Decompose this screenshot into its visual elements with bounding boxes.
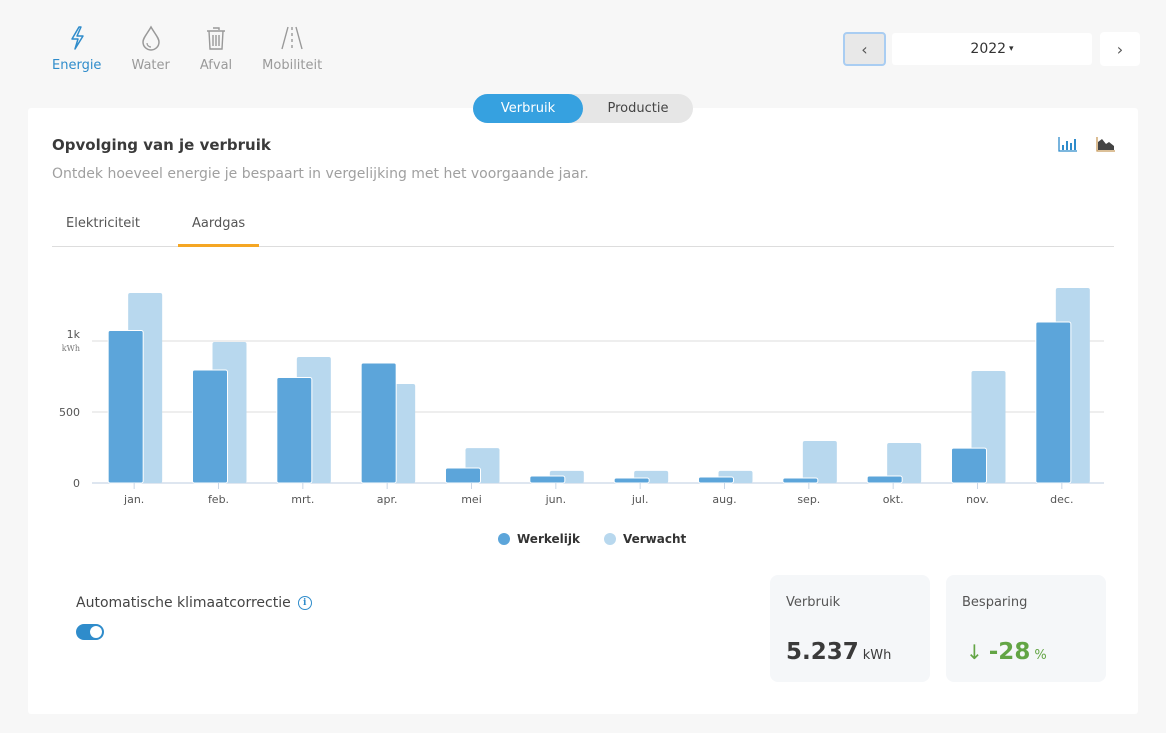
nav-mobiliteit[interactable]: Mobiliteit (262, 24, 322, 73)
x-tick-label: mei (461, 493, 482, 506)
bar-actual (360, 362, 397, 484)
card-subtitle: Ontdek hoeveel energie je bespaart in ve… (52, 166, 589, 182)
caret-down-icon: ▾ (1009, 44, 1014, 54)
info-icon[interactable]: i (297, 596, 312, 610)
nav-afval[interactable]: Afval (200, 24, 232, 73)
nav-water[interactable]: Water (131, 24, 170, 73)
next-year-button[interactable]: › (1100, 32, 1140, 66)
bar-actual (445, 467, 481, 484)
x-tick-label: nov. (966, 493, 989, 506)
nav-label: Mobiliteit (262, 58, 323, 73)
category-nav: Energie Water Afval Mobiliteit (52, 24, 352, 73)
road-icon (281, 26, 303, 50)
legend-verwacht[interactable]: Verwacht (603, 532, 687, 546)
bar-actual (698, 476, 734, 484)
chevron-left-icon: ‹ (861, 39, 868, 59)
toggle-knob (90, 626, 102, 638)
usage-bar-chart: 0 500 1k kWh jan. feb. mrt. apr. mei jun. jul. aug.… (59, 288, 1104, 506)
nav-label: Energie (52, 58, 102, 73)
bar-actual (529, 475, 566, 484)
legend-label: Verwacht (622, 532, 687, 546)
x-tick-label: jul. (631, 493, 649, 506)
legend-dot-expected (603, 533, 616, 545)
climate-correction-text: Automatische klimaatcorrectie (76, 595, 291, 611)
x-tick-label: sep. (797, 493, 820, 506)
y-tick-label: 0 (73, 477, 80, 490)
usage-card: Opvolging van je verbruik Ontdek hoeveel… (28, 108, 1138, 714)
x-tick-label: jun. (545, 493, 567, 506)
climate-correction-toggle[interactable] (76, 624, 104, 640)
bar-actual (866, 475, 903, 484)
legend-label: Werkelijk (517, 532, 580, 546)
stat-besparing: Besparing ↓ -28% (946, 575, 1106, 682)
y-tick-label: 500 (59, 406, 80, 419)
stat-label: Verbruik (786, 595, 841, 610)
bar-expected (802, 440, 837, 483)
tab-aardgas[interactable]: Aardgas (177, 204, 260, 247)
trash-icon (207, 27, 226, 50)
legend-werkelijk[interactable]: Werkelijk (498, 532, 580, 546)
y-tick-label: 1k (67, 328, 81, 341)
card-title: Opvolging van je verbruik (52, 136, 271, 154)
bar-actual (613, 477, 650, 484)
legend-dot-actual (498, 533, 510, 545)
stat-value: 5.237 kWh (786, 639, 891, 665)
tab-elektriciteit[interactable]: Elektriciteit (52, 204, 154, 246)
x-tick-label: aug. (712, 493, 736, 506)
x-tick-label: mrt. (291, 493, 314, 506)
bar-actual (782, 477, 819, 484)
nav-label: Water (131, 58, 170, 73)
x-tick-label: dec. (1050, 493, 1073, 506)
y-unit-label: kWh (62, 344, 80, 353)
prev-year-button[interactable]: ‹ (843, 32, 886, 66)
bar-actual (951, 447, 987, 484)
bar-actual (276, 376, 313, 484)
bar-actual (107, 329, 144, 484)
nav-label: Afval (199, 58, 233, 73)
verbruik-unit: kWh (862, 648, 892, 663)
besparing-value: -28 (988, 639, 1031, 665)
arrow-down-icon: ↓ (966, 640, 983, 664)
year-value: 2022 (970, 41, 1007, 57)
fuel-tabs: Elektriciteit Aardgas (52, 204, 1114, 247)
year-selector: ‹ 2022 ▾ › (843, 32, 1140, 66)
water-drop-icon (141, 25, 160, 51)
chart-type-switch (1058, 136, 1116, 152)
bar-actual (192, 369, 228, 484)
x-tick-label: feb. (208, 493, 229, 506)
x-tick-label: jan. (123, 493, 144, 506)
lightning-icon (70, 26, 84, 50)
bar-actual (1035, 321, 1072, 484)
besparing-unit: % (1034, 648, 1047, 663)
bar-chart-icon[interactable] (1058, 136, 1078, 152)
x-tick-label: apr. (377, 493, 398, 506)
climate-correction-label: Automatische klimaatcorrectie i (76, 595, 312, 611)
area-chart-icon[interactable] (1096, 136, 1116, 152)
stat-label: Besparing (962, 595, 1028, 610)
mode-toggle: Verbruik Productie (473, 94, 693, 123)
nav-energie[interactable]: Energie (52, 24, 101, 73)
segment-verbruik[interactable]: Verbruik (473, 94, 583, 123)
year-dropdown[interactable]: 2022 ▾ (892, 33, 1092, 65)
stat-value: ↓ -28% (962, 639, 1047, 665)
segment-productie[interactable]: Productie (583, 94, 693, 123)
chevron-right-icon: › (1116, 39, 1124, 59)
verbruik-value: 5.237 (786, 639, 859, 665)
x-tick-label: okt. (883, 493, 904, 506)
stat-verbruik: Verbruik 5.237 kWh (770, 575, 930, 682)
chart-legend: Werkelijk Verwacht (498, 532, 710, 546)
